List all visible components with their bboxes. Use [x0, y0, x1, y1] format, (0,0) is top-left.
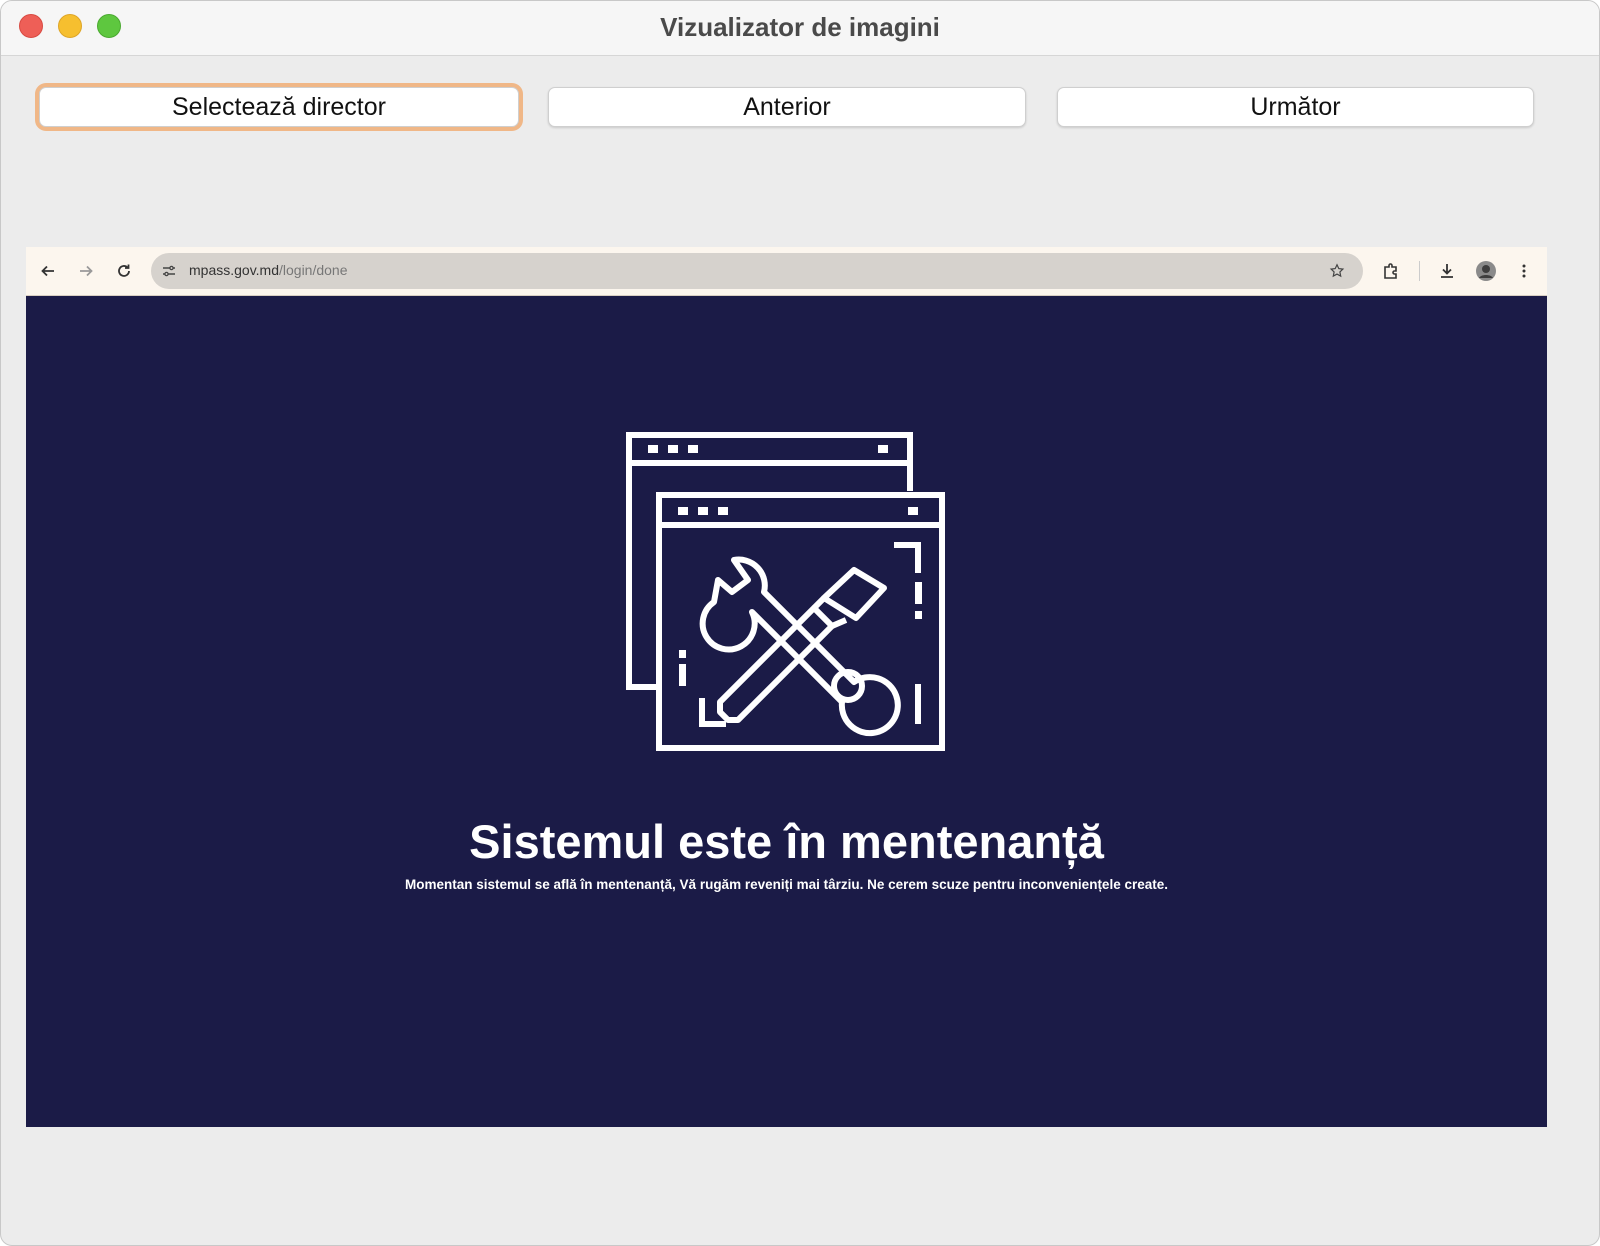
select-directory-button[interactable]: Selectează director [39, 87, 519, 127]
displayed-image: mpass.gov.md/login/done Sistemul este în… [26, 247, 1547, 1127]
site-settings-icon [157, 259, 181, 283]
url-path: /login/done [279, 262, 348, 278]
previous-button[interactable]: Anterior [548, 87, 1026, 127]
back-icon [36, 259, 60, 283]
title-bar: Vizualizator de imagini [1, 1, 1599, 56]
forward-icon [74, 259, 98, 283]
maintenance-message: Momentan sistemul se află în mentenanță,… [404, 877, 1168, 892]
reload-icon [112, 259, 136, 283]
extensions-icon [1379, 259, 1403, 283]
browser-toolbar: mpass.gov.md/login/done [26, 247, 1547, 296]
menu-icon [1512, 259, 1536, 283]
next-button[interactable]: Următor [1057, 87, 1534, 127]
bookmark-star-icon [1325, 259, 1349, 283]
address-bar: mpass.gov.md/login/done [151, 253, 1363, 289]
maintenance-tools-icon [626, 432, 945, 751]
maintenance-heading: Sistemul este în mentenanță [469, 815, 1104, 868]
window-title: Vizualizator de imagini [660, 12, 940, 42]
toolbar-divider [1419, 261, 1420, 281]
download-icon [1435, 259, 1459, 283]
address-url: mpass.gov.md/login/done [189, 262, 348, 278]
url-domain: mpass.gov.md [189, 262, 279, 278]
maintenance-page: Sistemul este în mentenanță Momentan sis… [26, 296, 1547, 1127]
image-viewer-window: Vizualizator de imagini Selectează direc… [0, 0, 1600, 1246]
avatar [1474, 259, 1498, 283]
